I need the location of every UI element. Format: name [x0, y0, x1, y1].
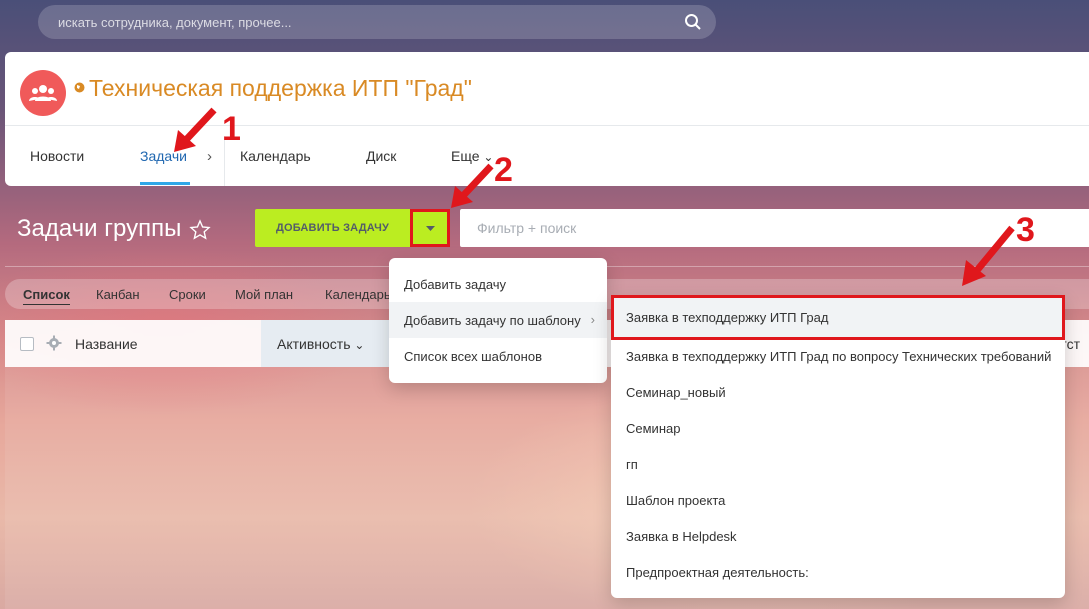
group-title[interactable]: Техническая поддержка ИТП "Град" — [89, 75, 472, 102]
annotation-number-1: 1 — [222, 110, 241, 148]
annotation-arrow-1 — [174, 107, 217, 152]
active-tab-indicator — [140, 182, 190, 185]
column-activity-label: Активность — [277, 336, 351, 352]
template-item[interactable]: Предпроектная деятельность: — [611, 554, 1065, 590]
template-item[interactable]: Заявка в техподдержку ИТП Град по вопрос… — [611, 338, 1065, 374]
select-all-checkbox[interactable] — [20, 337, 34, 351]
template-item[interactable]: Семинар — [611, 410, 1065, 446]
menu-item-add-task[interactable]: Добавить задачу — [389, 266, 607, 302]
gear-icon[interactable] — [46, 335, 62, 351]
column-name[interactable]: Название — [75, 336, 138, 352]
tab-news[interactable]: Новости — [30, 148, 84, 164]
global-search[interactable] — [38, 5, 716, 39]
column-activity[interactable]: Активность ⌄ — [277, 336, 364, 352]
page-title: Задачи группы — [17, 215, 182, 242]
tab-calendar[interactable]: Календарь — [240, 148, 311, 164]
add-task-menu: Добавить задачу Добавить задачу по шабло… — [389, 258, 607, 383]
template-item[interactable]: Заявка в техподдержку ИТП Град — [611, 295, 1065, 340]
add-task-button[interactable]: ДОБАВИТЬ ЗАДАЧУ — [255, 209, 410, 247]
view-my-plan[interactable]: Мой план — [235, 287, 293, 302]
annotation-arrow-3 — [962, 225, 1015, 286]
view-calendar[interactable]: Календарь — [325, 287, 391, 302]
group-avatar[interactable] — [20, 70, 66, 116]
users-icon — [29, 85, 57, 101]
star-icon[interactable] — [189, 219, 211, 241]
template-item[interactable]: Шаблон проекта — [611, 482, 1065, 518]
chevron-down-icon: ⌄ — [354, 338, 365, 352]
filter-input[interactable] — [477, 220, 977, 236]
view-list[interactable]: Список — [23, 287, 70, 305]
template-item[interactable]: Заявка в Helpdesk — [611, 518, 1065, 554]
template-item[interactable]: гп — [611, 446, 1065, 482]
chevron-right-icon: › — [590, 312, 595, 327]
menu-item-add-by-template[interactable]: Добавить задачу по шаблону › — [389, 302, 607, 338]
annotation-number-2: 2 — [494, 151, 513, 189]
view-kanban[interactable]: Канбан — [96, 287, 140, 302]
caret-down-icon — [425, 225, 435, 231]
group-tabs: Новости Задачи › Календарь Диск Еще ⌄ — [5, 126, 1089, 186]
tab-disk[interactable]: Диск — [366, 148, 396, 164]
annotation-number-3: 3 — [1016, 211, 1035, 249]
menu-item-all-templates[interactable]: Список всех шаблонов — [389, 338, 607, 374]
template-submenu: Заявка в техподдержку ИТП Град Заявка в … — [611, 295, 1065, 598]
menu-item-label: Добавить задачу по шаблону — [404, 312, 581, 328]
globe-icon — [74, 82, 85, 93]
search-icon[interactable] — [684, 13, 702, 31]
add-task-dropdown-button[interactable] — [410, 209, 450, 247]
group-header: Техническая поддержка ИТП "Град" Новости… — [5, 52, 1089, 186]
search-input[interactable] — [58, 14, 658, 30]
view-deadlines[interactable]: Сроки — [169, 287, 206, 302]
annotation-arrow-2 — [451, 163, 494, 208]
template-item[interactable]: Семинар_новый — [611, 374, 1065, 410]
